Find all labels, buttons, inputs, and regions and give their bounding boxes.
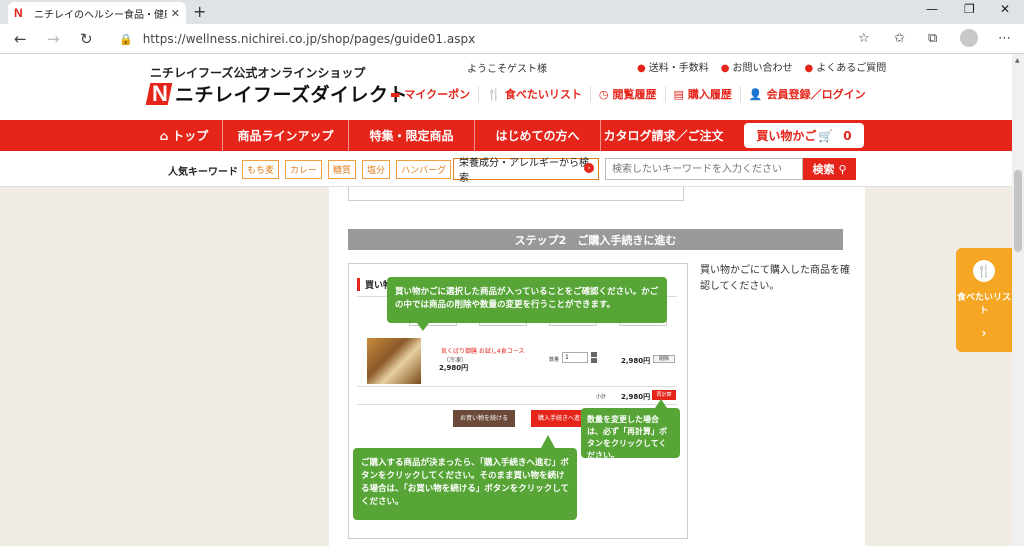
clock-icon: ◷ bbox=[598, 87, 609, 101]
link-register-login[interactable]: 👤 会員登録／ログイン bbox=[741, 86, 874, 102]
wish-list-label: 食べたいリスト bbox=[956, 293, 1011, 316]
account-links: ▬ マイクーポン 🍴 食べたいリスト ◷ 閲覧履歴 ▤ 購入履歴 👤 会員登録／ログイン bbox=[382, 86, 874, 102]
top-link-contact[interactable]: ● お問い合わせ bbox=[721, 59, 793, 74]
reload-icon[interactable]: ↻ bbox=[80, 30, 93, 48]
cart-icon: 🛒 bbox=[818, 128, 834, 143]
search-button[interactable]: 検索 ⚲ bbox=[803, 158, 856, 180]
search-input[interactable] bbox=[605, 158, 803, 180]
product-name: 気くばり御膳 お試し4食コース bbox=[441, 348, 525, 355]
cart-button[interactable]: 買い物かご 🛒 0 bbox=[744, 123, 864, 148]
popular-keywords-label: 人気キーワード bbox=[168, 167, 238, 178]
browser-tab-bar: N ニチレイのヘルシー食品・健康管理食 ✕ + — ❐ ✕ bbox=[0, 0, 1024, 24]
keyword-bar: 人気キーワード もち麦 カレー 糖質 塩分 ハンバーグ 栄養成分・アレルギーから… bbox=[0, 151, 1024, 187]
wish-list-floating-button[interactable]: 🍴 食べたいリスト › bbox=[956, 248, 1012, 352]
fork-knife-icon: 🍴 bbox=[487, 87, 501, 101]
product-price: 2,980円 bbox=[439, 364, 469, 372]
delete-button: 削除 bbox=[653, 355, 675, 363]
fork-knife-icon: 🍴 bbox=[973, 260, 995, 282]
line-price: 2,980円 bbox=[621, 357, 651, 365]
site-logo[interactable]: N ニチレイフーズダイレクト bbox=[146, 80, 408, 107]
link-view-history[interactable]: ◷ 閲覧履歴 bbox=[591, 86, 666, 102]
back-icon[interactable]: ← bbox=[14, 30, 27, 48]
collections-icon[interactable]: ⧉ bbox=[928, 31, 937, 46]
close-tab-icon[interactable]: ✕ bbox=[171, 7, 180, 20]
nutrition-allergy-select[interactable]: 栄養成分・アレルギーから検索 › bbox=[453, 158, 599, 184]
nav-top[interactable]: ⌂ トップ bbox=[146, 120, 222, 151]
keyword-tag[interactable]: もち麦 bbox=[242, 160, 280, 179]
product-image bbox=[367, 338, 421, 384]
nav-product-lineup[interactable]: 商品ラインアップ bbox=[222, 120, 348, 151]
scroll-up-icon[interactable]: ▲ bbox=[1015, 57, 1020, 64]
address-bar[interactable]: 🔒 https://wellness.nichirei.co.jp/shop/p… bbox=[109, 27, 879, 51]
callout-recalculate: 数量を変更した場合は、必ず「再計算」ボタンをクリックしてください。 bbox=[581, 399, 680, 460]
chevron-right-icon: › bbox=[584, 163, 594, 173]
top-link-shipping[interactable]: ● 送料・手数料 bbox=[637, 59, 709, 74]
nav-catalog-order[interactable]: カタログ請求／ご注文 bbox=[600, 120, 726, 151]
favorite-star-icon[interactable]: ☆ bbox=[858, 31, 870, 46]
quantity-field: 1 bbox=[562, 352, 588, 363]
logo-text: ニチレイフーズダイレクト bbox=[175, 84, 409, 106]
tab-title: ニチレイのヘルシー食品・健康管理食 bbox=[34, 9, 167, 21]
cart-count: 0 bbox=[843, 128, 852, 143]
link-wish-list[interactable]: 🍴 食べたいリスト bbox=[479, 86, 591, 102]
keyword-tag[interactable]: ハンバーグ bbox=[396, 160, 452, 179]
quantity-down-icon bbox=[591, 358, 597, 363]
logo-subtitle: ニチレイフーズ公式オンラインショップ bbox=[150, 66, 366, 80]
subtotal-label: 小計 bbox=[596, 394, 607, 400]
logo-mark-icon: N bbox=[146, 81, 172, 107]
profile-avatar[interactable] bbox=[960, 29, 978, 47]
scroll-thumb[interactable] bbox=[1014, 170, 1022, 252]
home-icon: ⌂ bbox=[159, 128, 169, 143]
receipt-icon: ▤ bbox=[673, 87, 684, 101]
maximize-icon[interactable]: ❐ bbox=[964, 2, 975, 16]
cart-label: 買い物かご bbox=[756, 129, 817, 143]
new-tab-button[interactable]: + bbox=[193, 2, 206, 21]
welcome-text: ようこそゲスト様 bbox=[467, 64, 547, 75]
coupon-icon: ▬ bbox=[390, 87, 401, 101]
nav-features[interactable]: 特集・限定商品 bbox=[348, 120, 474, 151]
search-icon: ⚲ bbox=[838, 162, 847, 176]
site-header: ニチレイフーズ公式オンラインショップ N ニチレイフーズダイレクト ようこそゲス… bbox=[0, 54, 1024, 120]
divider bbox=[357, 404, 677, 405]
url-text: https://wellness.nichirei.co.jp/shop/pag… bbox=[142, 32, 476, 46]
subtotal-value: 2,980円 bbox=[621, 393, 651, 401]
lock-icon: 🔒 bbox=[119, 32, 133, 46]
keyword-tags: もち麦 カレー 糖質 塩分 ハンバーグ bbox=[242, 160, 452, 179]
chevron-right-icon: › bbox=[981, 326, 987, 340]
site-favicon-icon: N bbox=[14, 6, 23, 20]
link-my-coupon[interactable]: ▬ マイクーポン bbox=[382, 86, 480, 102]
callout-proceed: ご購入する商品が決まったら、「購入手続きへ進む」ボタンをクリックしてください。そ… bbox=[353, 435, 577, 520]
previous-step-box bbox=[348, 187, 684, 201]
minimize-icon[interactable]: — bbox=[926, 2, 938, 16]
browser-toolbar: ← → ↻ 🔒 https://wellness.nichirei.co.jp/… bbox=[0, 24, 1024, 54]
divider bbox=[357, 386, 677, 387]
top-links: ● 送料・手数料 ● お問い合わせ ● よくあるご質問 bbox=[637, 59, 886, 74]
quantity-up-icon bbox=[591, 352, 597, 357]
continue-shopping-button: お買い物を続ける bbox=[453, 410, 515, 427]
keyword-tag[interactable]: 塩分 bbox=[362, 160, 391, 179]
favorites-icon[interactable]: ✩ bbox=[894, 31, 905, 46]
top-link-faq[interactable]: ● よくあるご質問 bbox=[804, 59, 886, 74]
quantity-label: 数量 bbox=[549, 357, 560, 363]
user-icon: 👤 bbox=[748, 87, 763, 101]
forward-icon[interactable]: → bbox=[47, 30, 60, 48]
more-menu-icon[interactable]: ⋯ bbox=[998, 31, 1011, 46]
nav-first-time[interactable]: はじめての方へ bbox=[474, 120, 600, 151]
link-purchase-history[interactable]: ▤ 購入履歴 bbox=[666, 86, 741, 102]
page-scrollbar[interactable]: ▲ bbox=[1012, 54, 1024, 546]
browser-tab[interactable]: N ニチレイのヘルシー食品・健康管理食 ✕ bbox=[8, 2, 186, 24]
keyword-tag[interactable]: 糖質 bbox=[328, 160, 357, 179]
global-nav: ⌂ トップ 商品ラインアップ 特集・限定商品 はじめての方へ カタログ請求／ご注文… bbox=[0, 120, 1024, 151]
callout-check-cart: 買い物かごに選択した商品が入っていることをご確認ください。かごの中では商品の削除… bbox=[387, 277, 667, 331]
step-description: 買い物かごにて購入した商品を確認してください。 bbox=[700, 265, 850, 292]
step-heading: ステップ2 ご購入手続きに進む bbox=[348, 229, 843, 250]
close-window-icon[interactable]: ✕ bbox=[1000, 2, 1010, 16]
keyword-tag[interactable]: カレー bbox=[285, 160, 323, 179]
